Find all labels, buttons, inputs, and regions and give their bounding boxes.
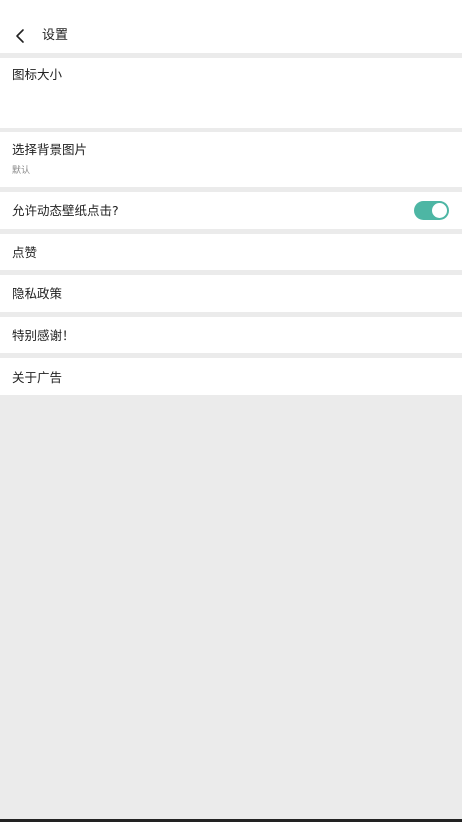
setting-privacy-policy[interactable]: 隐私政策: [0, 275, 462, 312]
back-button[interactable]: [8, 24, 32, 48]
setting-about-ads-label: 关于广告: [12, 370, 63, 385]
setting-special-thanks-label: 特别感谢！: [12, 328, 75, 343]
setting-background-image-label: 选择背景图片: [12, 142, 88, 157]
toggle-knob: [432, 203, 447, 218]
page-title: 设置: [42, 28, 69, 43]
setting-background-image-value: 默认: [12, 166, 31, 176]
setting-like-label: 点赞: [12, 245, 38, 260]
setting-icon-size[interactable]: 图标大小: [0, 58, 462, 128]
setting-privacy-policy-label: 隐私政策: [12, 286, 63, 301]
app-bar: 设置: [0, 0, 462, 53]
setting-like[interactable]: 点赞: [0, 234, 462, 270]
setting-special-thanks[interactable]: 特别感谢！: [0, 317, 462, 353]
setting-live-wallpaper-click-label: 允许动态壁纸点击?: [12, 203, 119, 218]
chevron-left-icon: [16, 29, 24, 43]
setting-background-image[interactable]: 选择背景图片 默认: [0, 132, 462, 187]
setting-live-wallpaper-click[interactable]: 允许动态壁纸点击?: [0, 192, 462, 229]
setting-about-ads[interactable]: 关于广告: [0, 358, 462, 395]
setting-icon-size-label: 图标大小: [12, 67, 63, 82]
live-wallpaper-click-toggle[interactable]: [414, 201, 449, 220]
